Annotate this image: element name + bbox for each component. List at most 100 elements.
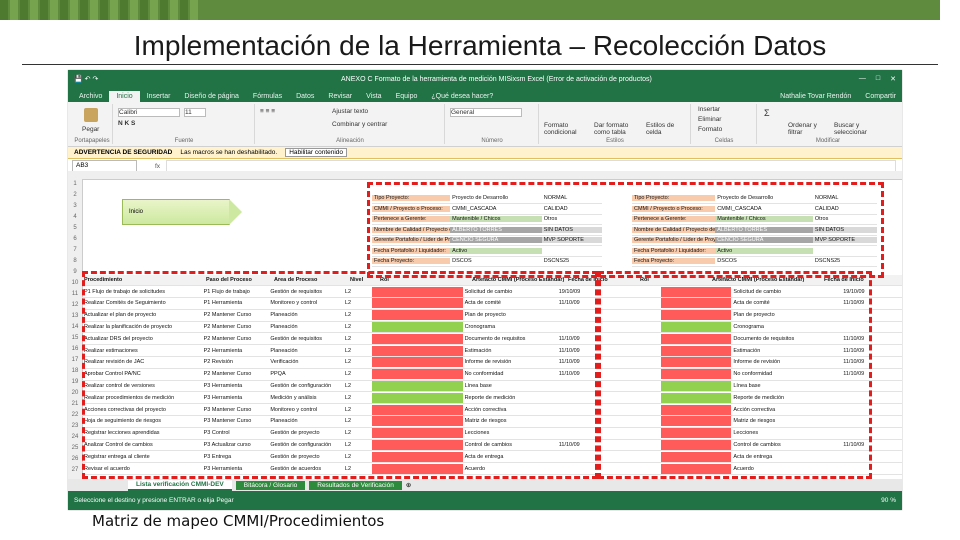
row-number: 22 <box>71 412 79 418</box>
tab-6[interactable]: Revisar <box>321 91 359 102</box>
security-warning-text: Las macros se han deshabilitado. <box>180 149 278 156</box>
excel-window: 💾 ↶ ↷ ANEXO C Formato de la herramienta … <box>68 70 902 510</box>
user-name[interactable]: Nathalie Tovar Rendón <box>772 91 859 102</box>
zoom-level[interactable]: 90 % <box>881 497 896 504</box>
row-number: 16 <box>71 346 79 352</box>
group-label-alignment: Alineación <box>336 138 364 144</box>
highlight-right-area <box>598 271 872 479</box>
row-number: 11 <box>71 291 79 297</box>
sheet-tabs: Lista verificación CMMI-DEV Bitácora / Gl… <box>68 479 902 491</box>
alignment-group: ≡ ≡ ≡ Ajustar texto Combinar y centrar A… <box>256 104 445 144</box>
tab-0[interactable]: Archivo <box>72 91 109 102</box>
row-number: 4 <box>73 214 77 220</box>
row-number: 19 <box>71 379 79 385</box>
sheet-tab-0[interactable]: Lista verificación CMMI-DEV <box>128 479 232 491</box>
tab-3[interactable]: Diseño de página <box>177 91 246 102</box>
sheet-tab-1[interactable]: Bitácora / Glosario <box>235 480 306 490</box>
row-number: 17 <box>71 357 79 363</box>
group-label-editing: Modificar <box>815 138 841 144</box>
delete-button[interactable]: Eliminar <box>698 116 721 123</box>
worksheet-grid[interactable]: 1 2 3 4 5 6 7 8 9 10 11 12 13 14 15 16 17 18 19 20 21 22 23 24 2… <box>68 171 902 479</box>
row-number: 12 <box>71 302 79 308</box>
find-select-button[interactable]: Buscar y seleccionar <box>834 122 884 136</box>
window-title: ANEXO C Formato de la herramienta de med… <box>341 75 652 83</box>
row-number: 13 <box>71 313 79 319</box>
maximize-icon[interactable]: □ <box>876 75 880 83</box>
row-number: 20 <box>71 390 79 396</box>
tab-1[interactable]: Inicio <box>109 91 140 102</box>
row-number: 15 <box>71 335 79 341</box>
group-label-clipboard: Portapapeles <box>74 138 110 144</box>
number-format-select[interactable]: General <box>450 108 522 117</box>
row-headers: 1 2 3 4 5 6 7 8 9 10 11 12 13 14 15 16 17 18 19 20 21 22 23 24 2… <box>68 179 83 479</box>
tab-9[interactable]: ¿Qué desea hacer? <box>424 91 500 102</box>
styles-group: Formato condicional Dar formato como tab… <box>540 104 691 144</box>
row-number: 5 <box>73 225 77 231</box>
row-number: 21 <box>71 401 79 407</box>
group-label-styles: Estilos <box>606 138 624 144</box>
row-number: 27 <box>71 467 79 473</box>
row-number: 7 <box>73 247 77 253</box>
editing-group: Σ Ordenar y filtrar Buscar y seleccionar… <box>758 104 898 144</box>
slide-caption: Matriz de mapeo CMMI/Procedimientos <box>92 512 385 530</box>
sort-filter-button[interactable]: Ordenar y filtrar <box>788 122 828 136</box>
tab-7[interactable]: Vista <box>359 91 388 102</box>
add-sheet-icon[interactable]: ⊕ <box>406 481 411 489</box>
row-number: 23 <box>71 423 79 429</box>
paste-button[interactable]: Pegar <box>82 126 99 133</box>
bold-button[interactable]: N K S <box>118 120 135 127</box>
tab-5[interactable]: Datos <box>289 91 321 102</box>
ribbon-tabs: Archivo Inicio Insertar Diseño de página Fór… <box>68 88 902 102</box>
format-table-button[interactable]: Dar formato como tabla <box>594 122 642 136</box>
cell-styles-button[interactable]: Estilos de celda <box>646 122 688 136</box>
sheet-tab-2[interactable]: Resultados de Verificación <box>309 480 402 490</box>
minimize-icon[interactable]: — <box>859 75 866 83</box>
merge-center-button[interactable]: Combinar y centrar <box>332 121 387 128</box>
row-number: 2 <box>73 192 77 198</box>
slide-title: Implementación de la Herramienta – Recol… <box>133 30 827 61</box>
conditional-format-button[interactable]: Formato condicional <box>544 122 588 136</box>
font-group: Calibri 11 N K S Fuente <box>114 104 255 144</box>
row-number: 6 <box>73 236 77 242</box>
quick-access-toolbar[interactable]: 💾 ↶ ↷ <box>74 75 134 83</box>
row-number: 8 <box>73 258 77 264</box>
sum-icon[interactable]: Σ <box>764 108 770 118</box>
close-icon[interactable]: ✕ <box>890 75 896 83</box>
start-shape[interactable]: Inicio <box>122 199 242 225</box>
row-number: 24 <box>71 434 79 440</box>
align-icons[interactable]: ≡ ≡ ≡ <box>260 108 275 115</box>
fx-icon[interactable]: fx <box>155 163 160 170</box>
tab-2[interactable]: Insertar <box>140 91 178 102</box>
insert-button[interactable]: Insertar <box>698 106 720 113</box>
cells-group: Insertar Eliminar Formato Celdas <box>692 104 757 144</box>
group-label-font: Fuente <box>174 138 194 144</box>
security-warning-label: ADVERTENCIA DE SEGURIDAD <box>74 149 173 156</box>
status-message: Seleccione el destino y presione ENTRAR … <box>74 497 234 504</box>
tab-8[interactable]: Equipo <box>389 91 425 102</box>
highlight-header-area <box>367 182 884 278</box>
group-label-number: Número <box>481 138 503 144</box>
cells-area[interactable]: Inicio Tipo Proyecto: Proyecto de Desarro… <box>82 179 902 479</box>
title-divider <box>22 64 938 65</box>
number-group: General Número <box>446 104 539 144</box>
row-number: 14 <box>71 324 79 330</box>
row-number: 3 <box>73 203 77 209</box>
font-name-select[interactable]: Calibri <box>118 108 180 117</box>
row-number: 25 <box>71 445 79 451</box>
highlight-table-area <box>82 271 598 479</box>
share-button[interactable]: Compartir <box>859 91 902 102</box>
tab-4[interactable]: Fórmulas <box>246 91 289 102</box>
paste-icon[interactable] <box>84 108 98 122</box>
font-size-select[interactable]: 11 <box>184 108 206 117</box>
excel-titlebar: 💾 ↶ ↷ ANEXO C Formato de la herramienta … <box>68 70 902 88</box>
security-warning-bar: ADVERTENCIA DE SEGURIDAD Las macros se h… <box>68 147 902 159</box>
clipboard-group: Pegar Portapapeles <box>72 104 113 144</box>
title-decoration <box>0 0 940 20</box>
group-label-cells: Celdas <box>714 138 734 144</box>
wrap-text-button[interactable]: Ajustar texto <box>332 108 368 115</box>
status-bar: Seleccione el destino y presione ENTRAR … <box>68 491 902 510</box>
row-number: 10 <box>71 280 79 286</box>
format-button[interactable]: Formato <box>698 126 722 133</box>
row-number: 1 <box>73 181 77 187</box>
enable-content-button[interactable]: Habilitar contenido <box>285 148 348 157</box>
